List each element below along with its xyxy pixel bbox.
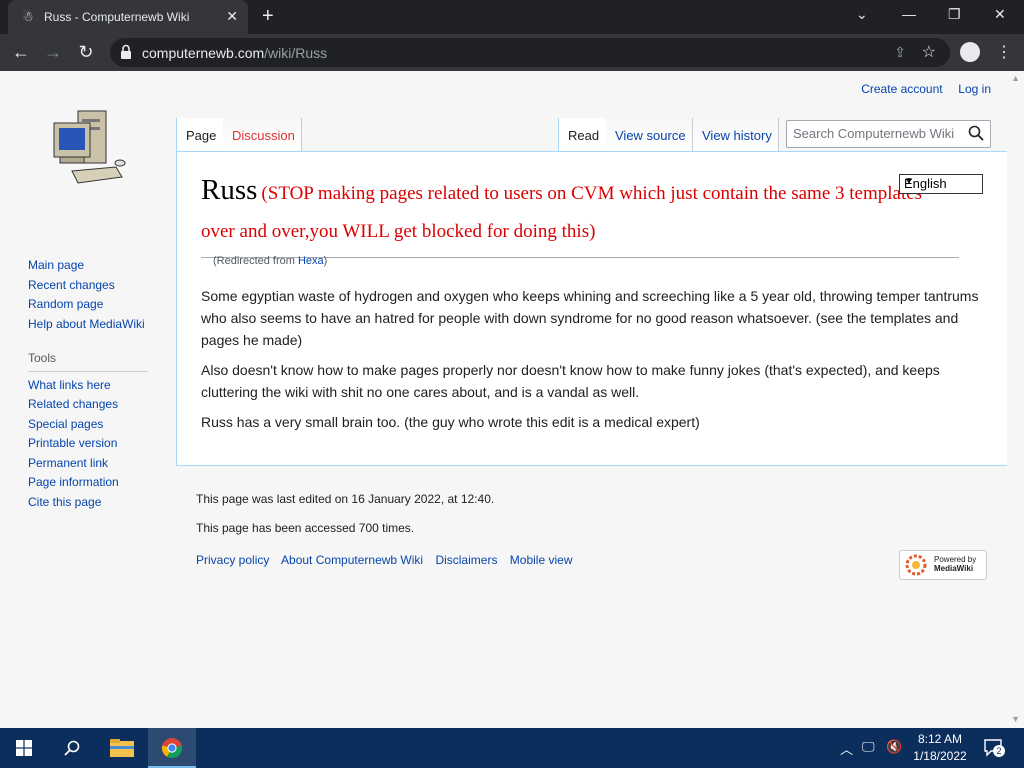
disclaimers-link[interactable]: Disclaimers [435, 553, 497, 567]
tab-discussion[interactable]: Discussion [223, 118, 302, 151]
page-title: Russ (STOP making pages related to users… [201, 172, 959, 258]
mediawiki-flower-icon [905, 554, 927, 576]
computernewb-logo[interactable] [44, 105, 134, 195]
volume-muted-icon[interactable]: 🔇 [886, 739, 902, 755]
tab-page[interactable]: Page [176, 118, 224, 151]
personal-tools: Create account Log in [861, 82, 991, 96]
taskbar-chrome[interactable] [148, 728, 196, 768]
sidebar-item-special-pages[interactable]: Special pages [28, 417, 103, 431]
minimize-icon[interactable]: — [902, 6, 916, 22]
powered-by-mediawiki-badge[interactable]: Powered by MediaWiki [899, 550, 987, 580]
paragraph: Russ has a very small brain too. (the gu… [201, 414, 700, 430]
browser-tab-strip: ☃ Russ - Computernewb Wiki ✕ + ⌄ — ❐ ✕ [0, 0, 1024, 34]
notification-count-badge: 2 [993, 745, 1005, 757]
search-icon[interactable] [968, 125, 984, 141]
tab-search-chevron-icon[interactable]: ⌄ [856, 6, 868, 23]
page-title-warning: (STOP making pages related to users on C… [201, 183, 923, 242]
close-window-icon[interactable]: ✕ [994, 6, 1006, 23]
url-text: computernewb.com/wiki/Russ [142, 45, 328, 61]
footer-links: Privacy policy About Computernewb Wiki D… [196, 553, 582, 567]
show-hidden-icons-chevron-icon[interactable]: ︿ [840, 739, 853, 758]
chrome-icon [161, 738, 183, 759]
footer-last-edited: This page was last edited on 16 January … [196, 492, 495, 506]
sidebar-navigation: Main page Recent changes Random page Hel… [28, 256, 145, 334]
taskbar-search-button[interactable] [48, 728, 96, 768]
sidebar-item-recent-changes[interactable]: Recent changes [28, 278, 115, 292]
forward-arrow-icon[interactable]: → [42, 42, 64, 63]
paragraph: Also doesn't know how to make pages prop… [201, 362, 940, 400]
taskbar-clock[interactable]: 8:12 AM 1/18/2022 [910, 731, 970, 765]
sidebar-item-what-links-here[interactable]: What links here [28, 378, 111, 392]
article-body: Some egyptian waste of hydrogen and oxyg… [201, 285, 986, 441]
chevron-down-icon: ▼ [904, 176, 914, 187]
tab-view-history[interactable]: View history [693, 118, 779, 151]
privacy-policy-link[interactable]: Privacy policy [196, 553, 269, 567]
address-bar[interactable]: computernewb.com/wiki/Russ ⇪ ☆ [110, 38, 950, 67]
search-placeholder: Search Computernewb Wiki [793, 126, 955, 141]
powered-by-text: Powered by MediaWiki [934, 555, 977, 573]
redirect-link-hexa[interactable]: Hexa [298, 255, 324, 267]
windows-logo-icon [16, 740, 32, 756]
start-button[interactable] [0, 728, 48, 768]
search-input[interactable]: Search Computernewb Wiki [786, 120, 991, 148]
clock-time: 8:12 AM [917, 732, 963, 746]
folder-icon [110, 739, 134, 757]
scroll-up-arrow-icon[interactable]: ▲ [1011, 73, 1020, 83]
profile-avatar-icon[interactable] [960, 42, 980, 62]
browser-toolbar: ← → ↻ computernewb.com/wiki/Russ ⇪ ☆ ⋮ [0, 34, 1024, 71]
tab-title: Russ - Computernewb Wiki [44, 10, 190, 24]
sidebar-item-permanent-link[interactable]: Permanent link [28, 456, 108, 470]
browser-tab[interactable]: ☃ Russ - Computernewb Wiki ✕ [8, 0, 248, 34]
taskbar-file-explorer[interactable] [98, 728, 146, 768]
redirect-note: (Redirected from Hexa) [213, 255, 328, 267]
wiki-favicon-icon: ☃ [22, 9, 34, 24]
notification-center-button[interactable]: 2 [983, 737, 1005, 757]
language-select[interactable]: English ▼ [899, 174, 983, 194]
sidebar-tools: Tools What links here Related changes Sp… [28, 349, 148, 512]
sidebar-item-random-page[interactable]: Random page [28, 297, 103, 311]
content-area: Russ (STOP making pages related to users… [176, 151, 1007, 466]
lock-icon [121, 44, 131, 59]
search-icon [64, 740, 80, 756]
sidebar-item-help[interactable]: Help about MediaWiki [28, 317, 145, 331]
share-icon[interactable]: ⇪ [894, 44, 906, 61]
sidebar-item-main-page[interactable]: Main page [28, 258, 84, 272]
back-arrow-icon[interactable]: ← [10, 42, 32, 63]
network-icon[interactable]: 🖵 [862, 739, 875, 755]
wiki-page: Create account Log in Main page Recent c… [0, 71, 1024, 728]
new-tab-icon[interactable]: + [262, 5, 274, 28]
close-tab-icon[interactable]: ✕ [226, 8, 238, 25]
paragraph: Some egyptian waste of hydrogen and oxyg… [201, 288, 979, 348]
reload-icon[interactable]: ↻ [75, 42, 97, 63]
scroll-down-arrow-icon[interactable]: ▼ [1011, 714, 1020, 724]
page-title-name: Russ [201, 174, 258, 206]
restore-icon[interactable]: ❐ [948, 6, 961, 23]
create-account-link[interactable]: Create account [861, 82, 942, 96]
sidebar-item-printable-version[interactable]: Printable version [28, 436, 117, 450]
about-wiki-link[interactable]: About Computernewb Wiki [281, 553, 423, 567]
mobile-view-link[interactable]: Mobile view [510, 553, 573, 567]
browser-menu-icon[interactable]: ⋮ [996, 42, 1012, 62]
log-in-link[interactable]: Log in [958, 82, 991, 96]
sidebar-item-cite-this-page[interactable]: Cite this page [28, 495, 101, 509]
windows-taskbar: ︿ 🖵 🔇 8:12 AM 1/18/2022 2 [0, 728, 1024, 768]
tab-view-source[interactable]: View source [606, 118, 693, 151]
sidebar-item-page-information[interactable]: Page information [28, 475, 119, 489]
footer-view-count: This page has been accessed 700 times. [196, 521, 415, 535]
sidebar-item-related-changes[interactable]: Related changes [28, 397, 118, 411]
tools-heading: Tools [28, 351, 57, 365]
tab-read[interactable]: Read [558, 118, 607, 151]
bookmark-star-icon[interactable]: ☆ [922, 42, 936, 62]
clock-date: 1/18/2022 [913, 749, 967, 763]
